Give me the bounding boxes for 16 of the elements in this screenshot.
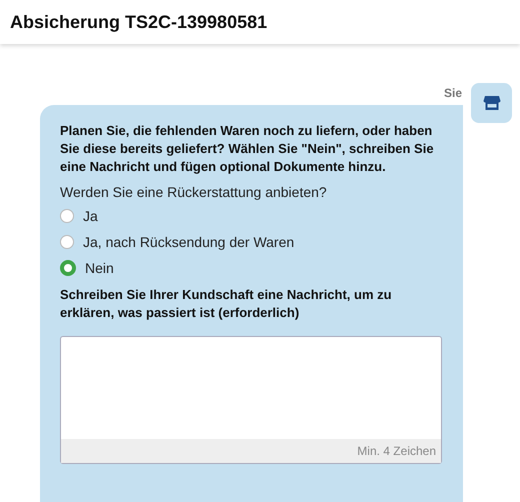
option-label: Ja, nach Rücksendung der Waren [83, 234, 294, 250]
intro-text: Planen Sie, die fehlenden Waren noch zu liefern, oder haben Sie diese bereits geliefert? Wählen Sie "Nein", schreiben Sie eine Nachricht und fügen optional Dokumente hinzu. [60, 122, 435, 176]
radio-option[interactable]: Ja [60, 206, 443, 226]
radio-option[interactable]: Ja, nach Rücksendung der Waren [60, 232, 443, 252]
question-text: Werden Sie eine Rückerstattung anbieten? [60, 184, 328, 200]
radio-button[interactable] [60, 235, 74, 249]
option-label: Ja [83, 208, 98, 224]
character-hint: Min. 4 Zeichen [357, 444, 436, 458]
sender-name: Sie [444, 86, 462, 100]
radio-button[interactable] [60, 209, 74, 223]
page-title: Absicherung TS2C-139980581 [10, 12, 268, 32]
radio-option[interactable]: Nein [60, 258, 443, 278]
store-icon [482, 94, 500, 112]
option-label: Nein [85, 260, 114, 276]
radio-button[interactable] [60, 260, 76, 276]
field-label: Schreiben Sie Ihrer Kundschaft eine Nachricht, um zu erklären, was passiert ist (erforderlich) [60, 286, 393, 322]
